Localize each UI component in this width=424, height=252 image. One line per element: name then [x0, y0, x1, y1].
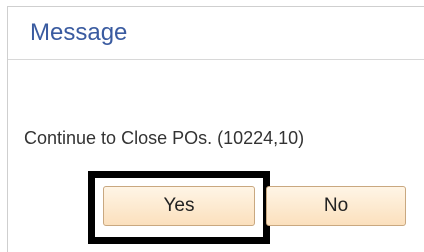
dialog-title: Message: [30, 19, 128, 46]
no-button[interactable]: No: [266, 186, 406, 226]
dialog-message: Continue to Close POs. (10224,10): [24, 128, 305, 148]
yes-button[interactable]: Yes: [103, 186, 255, 226]
dialog-title-bar: Message: [8, 7, 424, 60]
